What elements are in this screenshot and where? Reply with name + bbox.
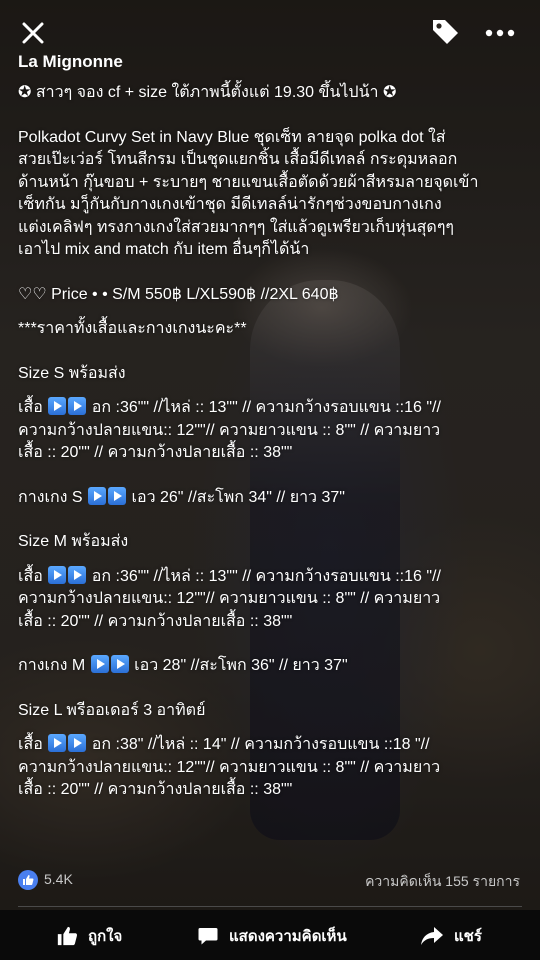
tag-button[interactable] bbox=[430, 16, 462, 48]
close-button[interactable] bbox=[16, 16, 50, 50]
comment-label: แสดงความคิดเห็น bbox=[229, 928, 347, 945]
like-label: ถูกใจ bbox=[88, 928, 123, 945]
play-button-icon bbox=[68, 734, 87, 752]
size-m-top-line-1: เสื้อ อก :36"" //ไหล่ :: 13"" // ความกว้… bbox=[18, 565, 528, 589]
comment-bubble-icon bbox=[198, 928, 218, 945]
play-button-icon bbox=[110, 655, 129, 673]
size-s-top-line-1: เสื้อ อก :36"" //ไหล่ :: 13"" // ความกว้… bbox=[18, 397, 528, 420]
size-s-title: Size S พร้อมส่ง bbox=[18, 364, 126, 382]
play-button-icon bbox=[108, 486, 127, 505]
comment-count[interactable]: ความคิดเห็น 155 รายการ bbox=[365, 871, 520, 893]
action-bar: ถูกใจ แสดงความคิดเห็น แชร์ bbox=[0, 910, 540, 960]
like-button[interactable]: ถูกใจ bbox=[56, 922, 122, 950]
size-m-pants-measure: เอว 28" //สะโพก 36" // ยาว 37" bbox=[134, 657, 348, 674]
size-s-pants-line: กางเกง S เอว 26" //สะโพก 34" // ยาว 37" bbox=[18, 486, 528, 510]
size-s-top-line-3: เสื้อ :: 20"" // ความกว้างปลายเสื้อ :: 3… bbox=[18, 444, 293, 461]
price-line: ♡♡ Price • • S/M 550฿ L/XL590฿ //2XL 640… bbox=[18, 285, 339, 303]
more-icon bbox=[485, 29, 515, 37]
desc-line-2: สวยเป๊ะเว่อร์ โทนสีกรม เป็นชุดแยกชิ้น เส… bbox=[18, 151, 458, 168]
play-button-icon bbox=[68, 397, 87, 415]
size-l-top-line-2: ความกว้างปลายแขน:: 12""// ความยาวแขน :: … bbox=[18, 758, 441, 776]
share-arrow-icon bbox=[421, 927, 443, 945]
close-icon bbox=[22, 22, 44, 44]
page-name[interactable]: La Mignonne bbox=[18, 52, 123, 72]
post-intro: ✪ สาวๆ จอง cf + size ใต้ภาพนี้ตั้งแต่ 19… bbox=[18, 84, 397, 101]
size-m-top-label: เสื้อ bbox=[18, 567, 43, 585]
size-m-top-line-3: เสื้อ :: 20"" // ความกว้างปลายเสื้อ :: 3… bbox=[18, 612, 293, 630]
desc-line-6: เอาไป mix and match กับ item อื่นๆก็ได้น… bbox=[18, 241, 310, 258]
top-bar: La Mignonne bbox=[0, 0, 540, 80]
post-stats: 5.4K ความคิดเห็น 155 รายการ bbox=[0, 866, 540, 894]
size-l-title: Size L พรีออเดอร์ 3 อาทิตย์ bbox=[18, 701, 206, 719]
size-s-top-measure-1: อก :36"" //ไหล่ :: 13"" // ความกว้างรอบแ… bbox=[91, 399, 441, 416]
size-l-top-measure-1: อก :38" //ไหล่ :: 14" // ความกว้างรอบแขน… bbox=[91, 736, 430, 753]
play-button-icon bbox=[90, 655, 109, 673]
size-s-pants-measure: เอว 26" //สะโพก 34" // ยาว 37" bbox=[131, 488, 345, 506]
size-m-top-measure-1: อก :36"" //ไหล่ :: 13"" // ความกว้างรอบแ… bbox=[91, 567, 441, 585]
play-button-icon bbox=[48, 565, 67, 584]
thumbs-up-icon bbox=[23, 875, 34, 885]
price-note: ***ราคาทั้งเสื้อและกางเกงนะคะ** bbox=[18, 320, 247, 337]
desc-line-4: เซ็ทกัน มาู็กันกับกางเกงเข้าชุด มีดีเทลล… bbox=[18, 196, 442, 213]
desc-line-5: แต่งเคลิฟๆ ทรงกางเกงใส่สวยมากๆๆ ใส่แล้วด… bbox=[18, 218, 454, 236]
like-count[interactable]: 5.4K bbox=[44, 871, 73, 887]
play-button-icon bbox=[48, 397, 67, 415]
size-l-top-label: เสื้อ bbox=[18, 736, 43, 753]
post-text: ✪ สาวๆ จอง cf + size ใต้ภาพนี้ตั้งแต่ 19… bbox=[18, 82, 528, 802]
size-l-top-line-3: เสื้อ :: 20"" // ความกว้างปลายเสื้อ :: 3… bbox=[18, 781, 293, 798]
thumbs-up-icon bbox=[57, 926, 78, 946]
tag-icon bbox=[433, 20, 458, 44]
size-m-top-line-2: ความกว้างปลายแขน:: 12""// ความยาวแขน :: … bbox=[18, 590, 441, 607]
more-button[interactable] bbox=[482, 18, 518, 48]
play-button-icon bbox=[48, 734, 67, 752]
play-button-icon bbox=[68, 565, 87, 584]
desc-line-1: Polkadot Curvy Set in Navy Blue ชุดเซ็ท … bbox=[18, 128, 446, 146]
size-s-top-label: เสื้อ bbox=[18, 399, 43, 416]
share-label: แชร์ bbox=[454, 928, 482, 945]
size-m-pants-label: กางเกง M bbox=[18, 657, 86, 674]
size-s-top-line-2: ความกว้างปลายแขน:: 12""// ความยาวแขน :: … bbox=[18, 421, 441, 439]
size-m-pants-line: กางเกง M เอว 28" //สะโพก 36" // ยาว 37" bbox=[18, 655, 528, 678]
divider bbox=[18, 906, 522, 907]
desc-line-3: ด้านหน้า กุ๊นขอบ + ระบายๆ ชายแขนเสื้อตัด… bbox=[18, 173, 479, 191]
size-m-title: Size M พร้อมส่ง bbox=[18, 533, 129, 550]
like-reaction-badge[interactable] bbox=[18, 870, 38, 890]
comment-button[interactable]: แสดงความคิดเห็น bbox=[197, 922, 347, 950]
share-button[interactable]: แชร์ bbox=[420, 922, 482, 950]
play-button-icon bbox=[88, 486, 107, 505]
size-l-top-line-1: เสื้อ อก :38" //ไหล่ :: 14" // ความกว้าง… bbox=[18, 734, 528, 757]
size-s-pants-label: กางเกง S bbox=[18, 488, 83, 506]
